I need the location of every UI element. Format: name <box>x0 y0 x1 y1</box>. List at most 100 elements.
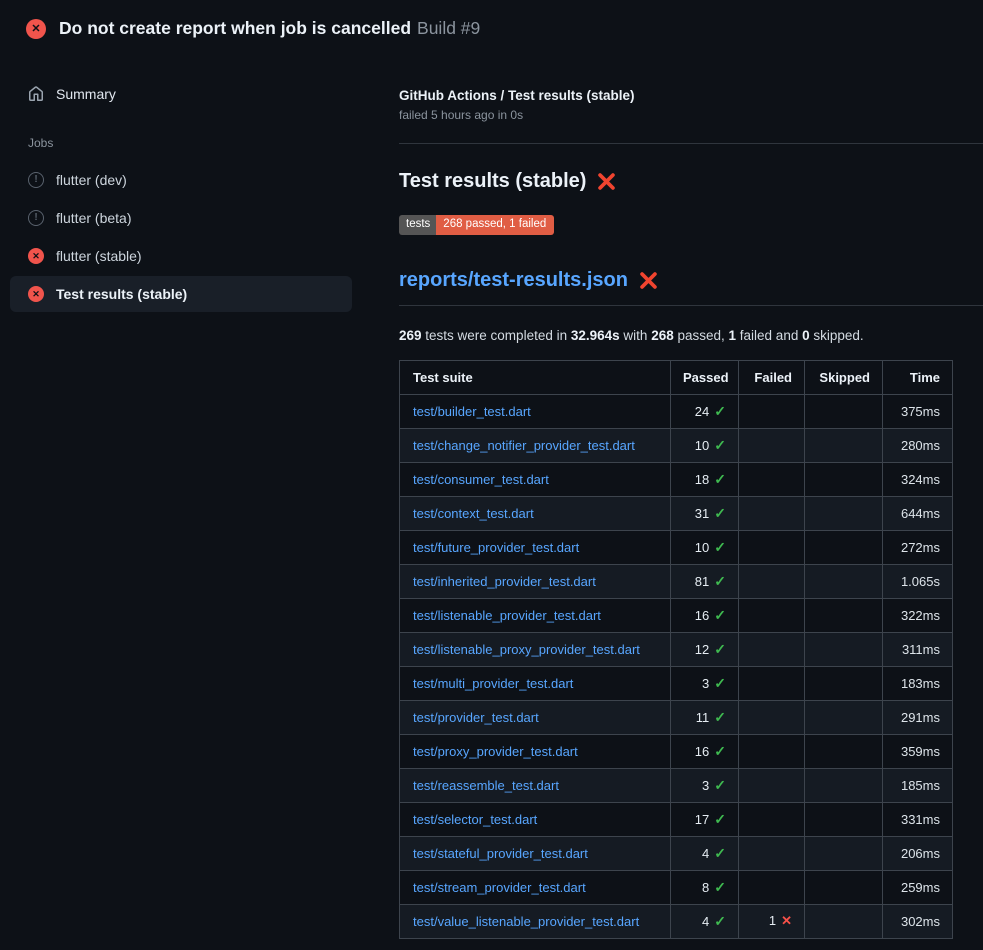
check-icon: ✓ <box>714 845 726 861</box>
table-row: test/listenable_provider_test.dart16✓322… <box>400 598 953 632</box>
sidebar-item-flutter-dev[interactable]: !flutter (dev) <box>10 162 352 198</box>
failed-cell <box>739 836 805 870</box>
job-label: Test results (stable) <box>56 286 187 302</box>
check-icon: ✓ <box>714 607 726 623</box>
suite-link[interactable]: test/proxy_provider_test.dart <box>413 744 578 759</box>
summary-part: 32.964s <box>571 328 620 343</box>
build-number: Build #9 <box>417 18 480 38</box>
home-icon <box>28 86 44 102</box>
page-title: Do not create report when job is cancell… <box>59 18 411 38</box>
suite-link[interactable]: test/multi_provider_test.dart <box>413 676 573 691</box>
failed-cell <box>739 530 805 564</box>
time-cell: 302ms <box>883 904 953 938</box>
summary-part: 1 <box>729 328 737 343</box>
column-header-passed: Passed <box>671 360 739 394</box>
skipped-cell <box>805 802 883 836</box>
sidebar-item-flutter-beta[interactable]: !flutter (beta) <box>10 200 352 236</box>
build-failed-status-icon: ✕ <box>26 19 46 39</box>
table-header-row: Test suitePassedFailedSkippedTime <box>400 360 953 394</box>
check-icon: ✓ <box>714 437 726 453</box>
table-row: test/inherited_provider_test.dart 81✓ 1.06… <box>400 564 953 598</box>
failed-cell: 1✕ <box>739 904 805 938</box>
failed-cell <box>739 700 805 734</box>
suite-link[interactable]: test/context_test.dart <box>413 506 534 521</box>
sidebar-item-summary[interactable]: Summary <box>10 78 352 110</box>
breadcrumb: GitHub Actions / Test results (stable) <box>399 88 983 103</box>
time-cell: 644ms <box>883 496 953 530</box>
check-icon: ✓ <box>714 811 726 827</box>
skipped-cell <box>805 530 883 564</box>
suite-cell: test/listenable_proxy_provider_test.dart <box>400 632 671 666</box>
suite-link[interactable]: test/listenable_proxy_provider_test.dart <box>413 642 640 657</box>
summary-part: skipped. <box>810 328 864 343</box>
passed-cell: 81✓ <box>671 564 739 598</box>
suite-link[interactable]: test/stream_provider_test.dart <box>413 880 586 895</box>
suite-cell: test/proxy_provider_test.dart <box>400 734 671 768</box>
table-row: test/change_notifier_provider_test.dart 1… <box>400 428 953 462</box>
section-title: Test results (stable) <box>399 170 586 193</box>
summary-part: 269 <box>399 328 422 343</box>
section-title-row: Test results (stable) <box>399 170 983 193</box>
sidebar-item-flutter-stable[interactable]: ✕ flutter (stable) <box>10 238 352 274</box>
skipped-cell <box>805 462 883 496</box>
table-row: test/value_listenable_provider_test.dart… <box>400 904 953 938</box>
skipped-cell <box>805 428 883 462</box>
suite-link[interactable]: test/builder_test.dart <box>413 404 531 419</box>
check-icon: ✓ <box>714 505 726 521</box>
report-file-link[interactable]: reports/test-results.json <box>399 269 628 292</box>
time-cell: 359ms <box>883 734 953 768</box>
column-header-failed: Failed <box>739 360 805 394</box>
suite-link[interactable]: test/value_listenable_provider_test.dart <box>413 914 639 929</box>
check-icon: ✓ <box>714 913 726 929</box>
suite-link[interactable]: test/change_notifier_provider_test.dart <box>413 438 635 453</box>
skipped-cell <box>805 598 883 632</box>
build-header: ✕ Do not create report when job is cance… <box>0 0 983 57</box>
passed-cell: 3✓ <box>671 768 739 802</box>
suite-link[interactable]: test/future_provider_test.dart <box>413 540 579 555</box>
badge-label: tests <box>399 215 436 235</box>
sidebar-jobs: !flutter (dev)!flutter (beta) ✕ flutter (s… <box>10 162 352 312</box>
passed-cell: 16✓ <box>671 734 739 768</box>
suite-link[interactable]: test/stateful_provider_test.dart <box>413 846 588 861</box>
table-row: test/provider_test.dart11✓291ms <box>400 700 953 734</box>
time-cell: 272ms <box>883 530 953 564</box>
skipped-cell <box>805 700 883 734</box>
time-cell: 185ms <box>883 768 953 802</box>
suite-link[interactable]: test/reassemble_test.dart <box>413 778 559 793</box>
passed-cell: 18✓ <box>671 462 739 496</box>
neutral-status-icon: ! <box>28 210 44 226</box>
x-circle-icon: ✕ <box>28 248 44 264</box>
suite-link[interactable]: test/listenable_provider_test.dart <box>413 608 601 623</box>
check-icon: ✓ <box>714 471 726 487</box>
failed-cell <box>739 462 805 496</box>
time-cell: 259ms <box>883 870 953 904</box>
failed-cell <box>739 768 805 802</box>
failed-cell <box>739 496 805 530</box>
suite-link[interactable]: test/consumer_test.dart <box>413 472 549 487</box>
suite-link[interactable]: test/inherited_provider_test.dart <box>413 574 596 589</box>
table-row: test/stream_provider_test.dart8✓259ms <box>400 870 953 904</box>
passed-cell: 24✓ <box>671 394 739 428</box>
suite-link[interactable]: test/selector_test.dart <box>413 812 537 827</box>
summary-part: 0 <box>802 328 810 343</box>
summary-label: Summary <box>56 86 116 102</box>
failed-cell <box>739 564 805 598</box>
sidebar: Summary Jobs !flutter (dev)!flutter (bet… <box>10 57 352 314</box>
failed-x-icon <box>597 172 616 191</box>
job-label: flutter (stable) <box>56 248 142 264</box>
failed-cell <box>739 802 805 836</box>
neutral-status-icon: ! <box>28 172 44 188</box>
summary-part: tests were completed in <box>422 328 571 343</box>
table-row: test/future_provider_test.dart10✓272ms <box>400 530 953 564</box>
time-cell: 1.065s <box>883 564 953 598</box>
time-cell: 291ms <box>883 700 953 734</box>
passed-cell: 4✓ <box>671 836 739 870</box>
table-row: test/consumer_test.dart18✓324ms <box>400 462 953 496</box>
table-row: test/stateful_provider_test.dart4✓206ms <box>400 836 953 870</box>
suite-link[interactable]: test/provider_test.dart <box>413 710 539 725</box>
check-icon: ✓ <box>714 777 726 793</box>
skipped-cell <box>805 394 883 428</box>
passed-cell: 10✓ <box>671 428 739 462</box>
table-row: test/builder_test.dart24✓375ms <box>400 394 953 428</box>
sidebar-item-test-results-stable[interactable]: ✕Test results (stable) <box>10 276 352 312</box>
